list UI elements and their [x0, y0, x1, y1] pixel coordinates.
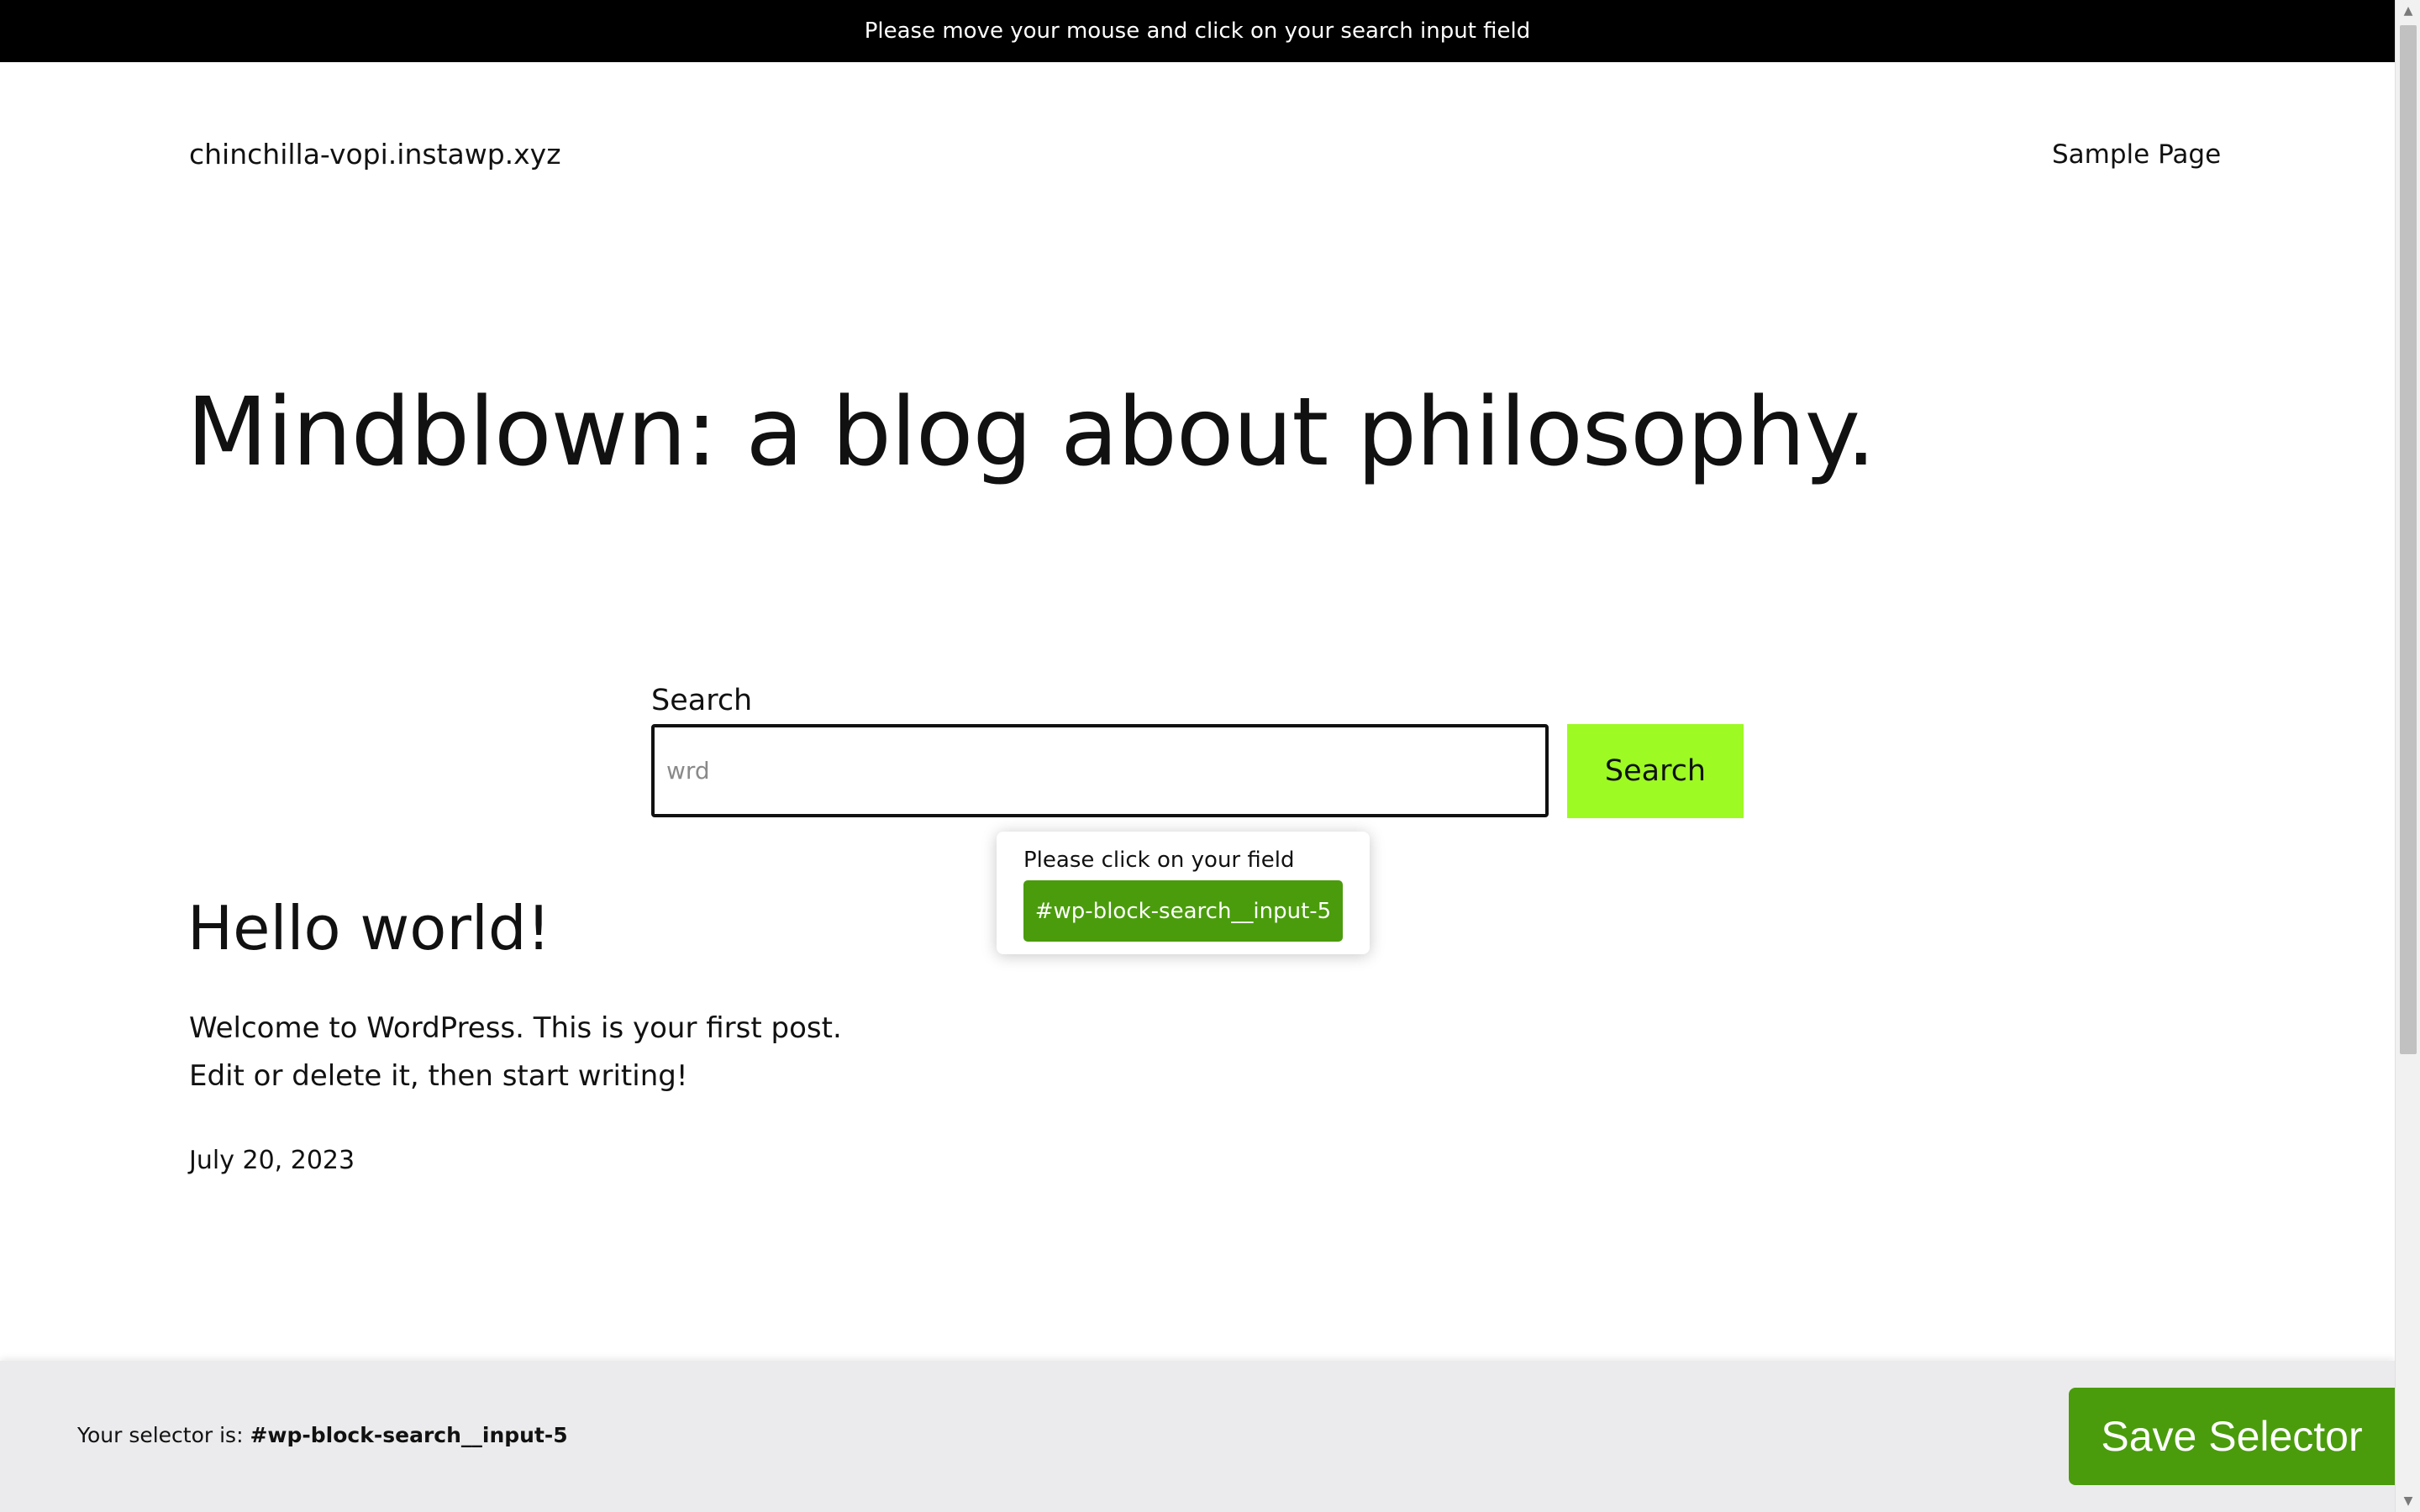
search-button[interactable]: Search: [1567, 724, 1744, 818]
search-label: Search: [651, 684, 753, 717]
site-title[interactable]: chinchilla-vopi.instawp.xyz: [189, 134, 561, 175]
scroll-up-arrow-icon[interactable]: ▲: [2396, 0, 2420, 22]
instruction-text: Please move your mouse and click on your…: [864, 18, 1531, 44]
scrollbar-thumb[interactable]: [2400, 25, 2417, 1054]
selector-prefix: Your selector is:: [77, 1423, 250, 1447]
search-input[interactable]: [651, 724, 1549, 817]
tooltip-selector-button[interactable]: #wp-block-search__input-5: [1023, 880, 1343, 942]
post-excerpt-line: Welcome to WordPress. This is your first…: [189, 1011, 842, 1045]
page-title: Mindblown: a blog about philosophy.: [187, 378, 1876, 487]
selector-value: #wp-block-search__input-5: [250, 1423, 568, 1447]
post-excerpt-line: Edit or delete it, then start writing!: [189, 1059, 688, 1093]
tooltip-text: Please click on your field: [1023, 848, 1295, 873]
selector-info: Your selector is: #wp-block-search__inpu…: [77, 1419, 568, 1452]
post-date[interactable]: July 20, 2023: [189, 1142, 355, 1179]
scroll-down-arrow-icon[interactable]: ▼: [2396, 1490, 2420, 1512]
post-title[interactable]: Hello world!: [187, 890, 551, 966]
vertical-scrollbar[interactable]: ▲ ▼: [2395, 0, 2420, 1512]
selector-tooltip: Please click on your field #wp-block-sea…: [997, 832, 1370, 954]
selector-panel: Your selector is: #wp-block-search__inpu…: [0, 1361, 2395, 1512]
instruction-bar: Please move your mouse and click on your…: [0, 0, 2395, 62]
save-selector-button[interactable]: Save Selector: [2069, 1388, 2395, 1485]
nav-item-sample-page[interactable]: Sample Page: [2052, 134, 2221, 175]
post-excerpt: Welcome to WordPress. This is your first…: [189, 1005, 945, 1100]
page: Please move your mouse and click on your…: [0, 0, 2420, 1512]
